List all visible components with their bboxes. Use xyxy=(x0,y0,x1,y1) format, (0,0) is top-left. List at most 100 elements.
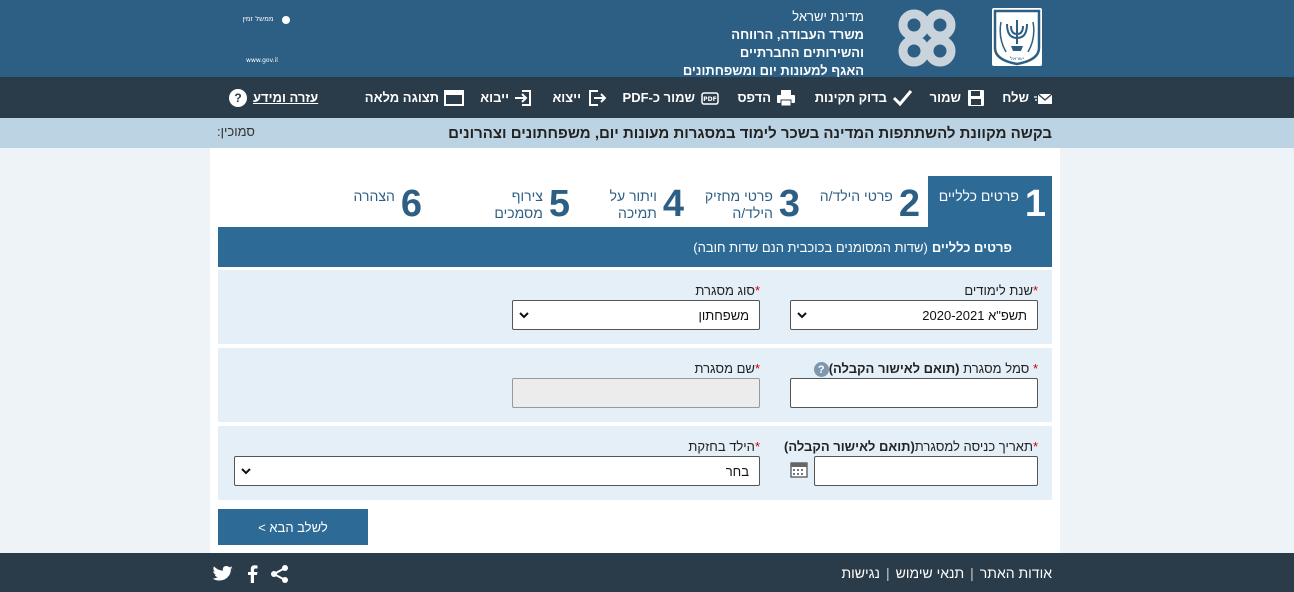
form-title-bar: בקשה מקוונת להשתתפות המדינה בשכר לימוד ב… xyxy=(0,118,1294,148)
full-view-label: תצוגה מלאה xyxy=(364,90,439,105)
org-line-ministry: משרד העבודה, הרווחה xyxy=(731,27,864,42)
tab-number: 4 xyxy=(662,183,684,225)
chevron-down-icon xyxy=(241,468,251,475)
import-button[interactable]: ייבוא xyxy=(480,77,534,118)
form-row-date-custody: *תאריך כניסה למסגרת(תואם לאישור הקבלה) *… xyxy=(218,426,1052,500)
social-links xyxy=(212,565,290,583)
site-footer: אודות האתר | תנאי שימוש | נגישות xyxy=(0,553,1294,592)
school-year-value: תשפ"א 2020-2021 xyxy=(922,307,1027,323)
school-year-select[interactable]: תשפ"א 2020-2021 xyxy=(790,300,1038,330)
form-title: בקשה מקוונת להשתתפות המדינה בשכר לימוד ב… xyxy=(448,125,1052,142)
tab-guardian-details[interactable]: 3 פרטי מחזיק הילד/ה xyxy=(690,176,806,227)
import-arrow-icon xyxy=(514,89,534,107)
help-label: עזרה ומידע xyxy=(253,90,319,105)
full-view-icon xyxy=(444,89,464,107)
help-question-icon[interactable]: ? xyxy=(813,362,829,378)
section-header: פרטים כלליים (שדות המסומנים בכוכבית הנם … xyxy=(218,227,1052,267)
export-arrow-icon xyxy=(586,89,606,107)
tab-number: 5 xyxy=(548,183,570,225)
share-icon[interactable] xyxy=(270,565,290,583)
framework-name-field xyxy=(512,378,760,408)
terms-of-use-link[interactable]: תנאי שימוש xyxy=(896,565,965,581)
next-step-button[interactable]: לשלב הבא > xyxy=(218,509,368,545)
gov-logo[interactable]: ממשל זמין gov www.gov.il xyxy=(144,14,294,64)
chevron-down-icon xyxy=(797,312,807,319)
footer-separator: | xyxy=(886,565,890,581)
form-panel: 1 פרטים כלליים 2 פרטי הילד/ה 3 פרטי מחזי… xyxy=(210,148,1060,553)
print-button[interactable]: הדפס xyxy=(737,77,796,118)
send-mail-icon xyxy=(1034,89,1054,107)
tab-number: 6 xyxy=(400,183,422,225)
about-site-link[interactable]: אודות האתר xyxy=(980,565,1052,581)
import-label: ייבוא xyxy=(480,90,509,105)
validate-label: בדוק תקינות xyxy=(814,90,887,105)
full-view-button[interactable]: תצוגה מלאה xyxy=(365,77,464,118)
state-emblem-icon: ישראל xyxy=(992,8,1042,66)
save-button[interactable]: שמור xyxy=(930,77,986,118)
help-question-icon: ? xyxy=(229,88,247,107)
save-label: שמור xyxy=(929,90,961,105)
custody-value: בחר xyxy=(725,463,749,479)
floppy-disk-icon xyxy=(966,89,986,107)
help-info-link[interactable]: עזרה ומידע ? xyxy=(229,77,318,118)
tab-child-details[interactable]: 2 פרטי הילד/ה xyxy=(810,176,926,227)
accessibility-link[interactable]: נגישות xyxy=(841,565,880,581)
org-line-services: והשירותים החברתיים xyxy=(739,45,864,60)
framework-type-label: *סוג מסגרת xyxy=(695,283,760,298)
validate-button[interactable]: בדוק תקינות xyxy=(815,77,912,118)
tab-label: הצהרה xyxy=(353,188,395,204)
svg-text:ישראל: ישראל xyxy=(1010,56,1024,62)
save-pdf-label: שמור כ-PDF xyxy=(622,90,695,105)
form-row-year-type: *שנת לימודים תשפ"א 2020-2021 *סוג מסגרת … xyxy=(218,270,1052,344)
export-button[interactable]: ייצוא xyxy=(552,77,606,118)
pdf-file-icon: PDF xyxy=(700,89,720,107)
org-name-block: מדינת ישראל משרד העבודה, הרווחה והשירותי… xyxy=(683,8,864,80)
calendar-icon[interactable] xyxy=(790,460,808,478)
tab-label: פרטי מחזיק הילד/ה xyxy=(704,188,773,221)
facebook-icon[interactable] xyxy=(246,565,258,583)
framework-code-label: * סמל מסגרת (תואם לאישור הקבלה)? xyxy=(810,361,1038,378)
school-year-label: *שנת לימודים xyxy=(964,283,1038,298)
org-line-state: מדינת ישראל xyxy=(792,9,864,24)
tab-attach-documents[interactable]: 5 צירוף מסמכים xyxy=(468,176,574,227)
section-title: פרטים כלליים xyxy=(931,239,1012,255)
tab-label: ויתור על תמיכה xyxy=(609,188,657,221)
chevron-down-icon xyxy=(519,312,529,319)
tab-label: צירוף מסמכים xyxy=(494,188,543,221)
svg-text:www.gov.il: www.gov.il xyxy=(246,57,278,64)
svg-text:ממשל זמין: ממשל זמין xyxy=(242,15,274,23)
framework-code-input[interactable] xyxy=(790,378,1038,408)
tab-declaration[interactable]: 6 הצהרה xyxy=(346,176,426,227)
footer-separator: | xyxy=(970,565,974,581)
tab-number: 2 xyxy=(898,183,920,225)
tab-label: פרטי הילד/ה xyxy=(819,188,893,204)
form-row-code-name: * סמל מסגרת (תואם לאישור הקבלה)? *שם מסג… xyxy=(218,348,1052,422)
tab-waive-support[interactable]: 4 ויתור על תמיכה xyxy=(590,176,690,227)
entry-date-label: *תאריך כניסה למסגרת(תואם לאישור הקבלה) xyxy=(784,439,1038,454)
framework-type-select[interactable]: משפחתון xyxy=(512,300,760,330)
framework-name-label: *שם מסגרת xyxy=(694,361,760,376)
print-label: הדפס xyxy=(737,90,771,105)
reference-label: סמוכין: xyxy=(217,124,255,139)
twitter-icon[interactable] xyxy=(212,565,234,583)
send-button[interactable]: שלח xyxy=(1002,77,1054,118)
ministry-logo-icon xyxy=(896,8,958,68)
save-pdf-button[interactable]: PDF שמור כ-PDF xyxy=(623,77,720,118)
svg-text:PDF: PDF xyxy=(703,96,716,103)
site-header: ישראל מדינת ישראל משרד העבודה, הרווחה וה… xyxy=(0,0,1294,80)
action-toolbar: שלח שמור בדוק תקינות הדפס PDF שמור כ-PDF… xyxy=(0,77,1294,118)
printer-icon xyxy=(776,89,796,107)
footer-links: אודות האתר | תנאי שימוש | נגישות xyxy=(841,565,1052,581)
tab-number: 1 xyxy=(1024,183,1046,225)
tab-number: 3 xyxy=(778,183,800,225)
send-label: שלח xyxy=(1002,90,1029,105)
custody-select[interactable]: בחר xyxy=(234,456,760,486)
checkmark-icon xyxy=(892,89,912,107)
framework-type-value: משפחתון xyxy=(698,307,749,323)
custody-label: *הילד בחזקת xyxy=(688,439,760,454)
entry-date-input[interactable] xyxy=(814,456,1038,486)
tab-label: פרטים כלליים xyxy=(938,188,1019,204)
export-label: ייצוא xyxy=(552,90,581,105)
tab-general-details[interactable]: 1 פרטים כלליים xyxy=(928,176,1052,227)
section-note: (שדות המסומנים בכוכבית הנם שדות חובה) xyxy=(693,239,928,255)
